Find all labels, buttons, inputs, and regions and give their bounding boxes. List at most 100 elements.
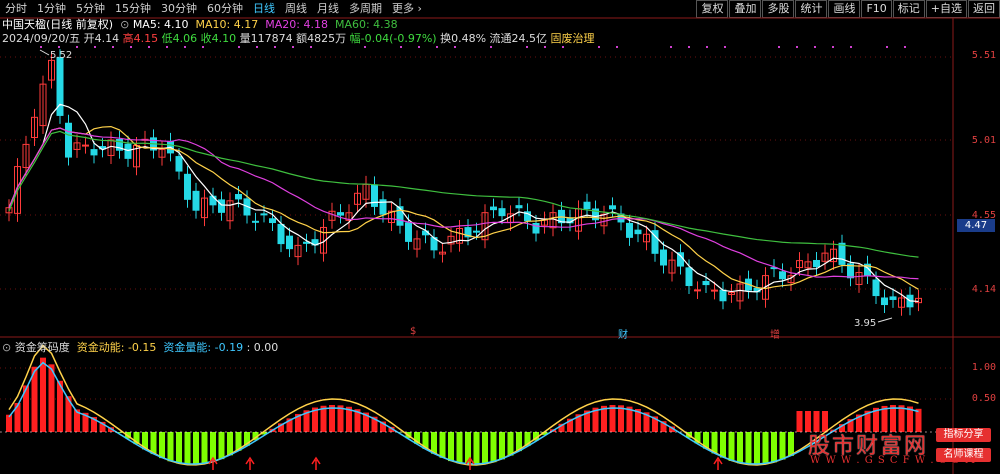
candle-body <box>287 236 293 248</box>
signal-dot <box>94 46 96 48</box>
price-tick: 5.01 <box>972 135 996 146</box>
energy-bar <box>329 405 335 432</box>
energy-bar <box>15 403 21 432</box>
candle-body <box>91 150 97 155</box>
candle-body <box>661 250 667 265</box>
signal-dot <box>166 46 168 48</box>
candle-body <box>397 207 403 226</box>
signal-dot <box>400 46 402 48</box>
signal-dot <box>40 46 42 48</box>
signal-dot <box>454 46 456 48</box>
energy-bar <box>219 432 225 459</box>
indicator-line1-label: 资金动能: <box>77 341 125 354</box>
candle-body <box>516 206 522 208</box>
energy-bar <box>202 432 208 464</box>
energy-bar <box>797 411 803 432</box>
signal-dot <box>184 46 186 48</box>
signal-dot <box>562 46 564 48</box>
signal-dot <box>688 46 690 48</box>
price-tick: 5.51 <box>972 50 996 61</box>
energy-bar <box>754 432 760 465</box>
candle-body <box>66 123 72 157</box>
candle-body <box>185 174 191 199</box>
energy-bar <box>771 432 777 462</box>
candle-body <box>499 209 505 216</box>
energy-bar <box>618 405 624 432</box>
signal-dot <box>706 46 708 48</box>
signal-dot <box>310 46 312 48</box>
signal-dot <box>904 46 906 48</box>
candle-body <box>261 214 267 215</box>
energy-bar <box>6 415 12 432</box>
candle-body <box>839 243 845 264</box>
watermark-tag-indicator: 指标分享 <box>936 428 991 442</box>
signal-dot <box>832 46 834 48</box>
candle-body <box>635 230 641 234</box>
signal-dot <box>274 46 276 48</box>
indicator-line2-value: -0.19 <box>215 341 243 354</box>
signal-dot <box>796 46 798 48</box>
candle-body <box>814 260 820 266</box>
energy-bar <box>474 432 480 465</box>
indicator-name: 资金筹码度 <box>15 341 70 354</box>
energy-bar <box>227 432 233 455</box>
high-annotation: 5.52 <box>50 50 72 61</box>
low-pointer <box>878 318 892 322</box>
candle-body <box>236 195 242 199</box>
signal-dot <box>436 46 438 48</box>
candle-body <box>83 145 89 146</box>
signal-dot <box>130 46 132 48</box>
current-price-badge: 4.47 <box>957 219 995 232</box>
watermark-logo: 股市财富网 W W W . G S C F W . C O M 指标分享 名师课… <box>808 424 998 472</box>
energy-bar <box>610 405 616 432</box>
energy-bar <box>440 432 446 458</box>
signal-dot <box>490 46 492 48</box>
indicator-extra-value: : 0.00 <box>247 341 279 354</box>
energy-bar <box>499 432 505 459</box>
energy-bar <box>176 432 182 464</box>
candle-body <box>703 281 709 284</box>
signal-dot <box>616 46 618 48</box>
candle-body <box>584 202 590 208</box>
high-pointer <box>40 50 49 55</box>
energy-bar <box>763 432 769 464</box>
candle-body <box>219 200 225 212</box>
ma60-line <box>9 131 919 257</box>
energy-bar <box>40 358 46 432</box>
event-marker-increase[interactable]: 增 <box>770 326 780 341</box>
candle-body <box>278 224 284 243</box>
candle-body <box>890 297 896 300</box>
low-annotation: 3.95 <box>854 318 876 329</box>
indicator-settings-icon[interactable]: ⊙ <box>2 341 15 354</box>
signal-dot <box>724 46 726 48</box>
candle-body <box>491 207 497 210</box>
energy-bar <box>788 432 794 456</box>
signal-dot <box>850 46 852 48</box>
energy-bar <box>491 432 497 462</box>
signal-dot <box>202 46 204 48</box>
kline-chart[interactable] <box>0 0 1000 474</box>
signal-dot <box>418 46 420 48</box>
signal-dot <box>58 46 60 48</box>
energy-bar <box>729 432 735 461</box>
candle-body <box>125 144 131 158</box>
signal-dot <box>112 46 114 48</box>
candle-body <box>873 280 879 296</box>
signal-dot <box>292 46 294 48</box>
signal-dot <box>778 46 780 48</box>
buy-signal-arrow <box>246 458 254 470</box>
signal-dot <box>148 46 150 48</box>
candle-body <box>780 272 786 279</box>
energy-bar <box>151 432 157 454</box>
energy-bar <box>737 432 743 463</box>
signal-dot <box>238 46 240 48</box>
event-marker-dividend[interactable]: $ <box>410 326 416 337</box>
signal-dot <box>814 46 816 48</box>
watermark-tag-course: 名师课程 <box>936 448 991 462</box>
signal-dot <box>364 46 366 48</box>
candle-body <box>270 219 276 223</box>
event-marker-finance[interactable]: 财 <box>618 326 628 341</box>
signal-dot <box>598 46 600 48</box>
indicator-tick: 1.00 <box>972 362 996 373</box>
candle-body <box>712 290 718 291</box>
